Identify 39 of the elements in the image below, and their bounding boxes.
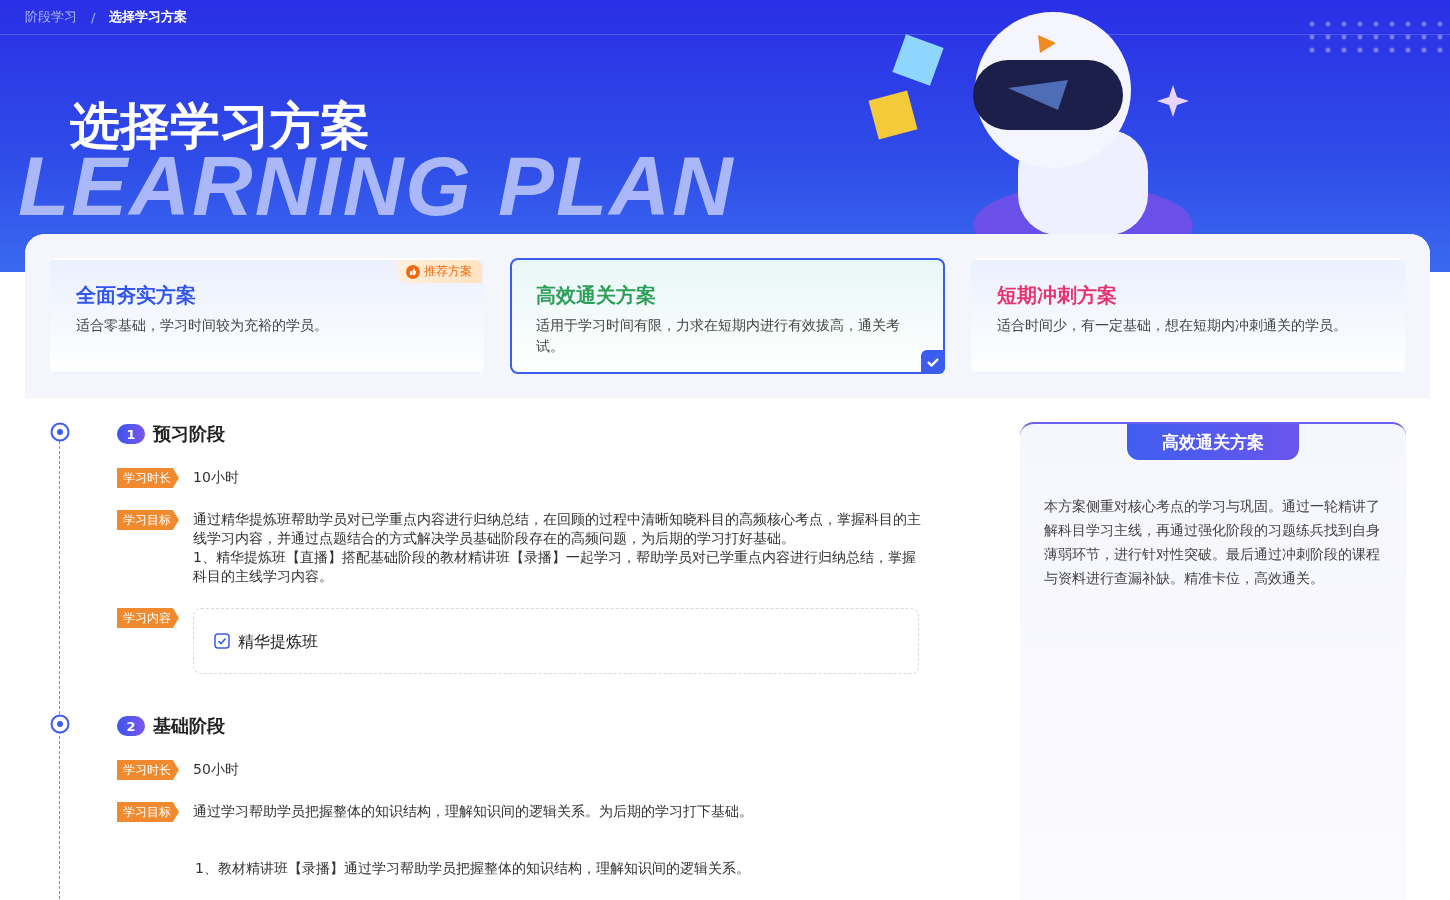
check-icon <box>920 350 945 374</box>
field-tag: 学习内容 <box>117 608 179 628</box>
breadcrumb-separator: / <box>91 9 96 25</box>
breadcrumb-link[interactable]: 阶段学习 <box>25 8 77 26</box>
dot-grid-icon <box>1308 20 1444 54</box>
field-text: 1、精华提炼班【直播】搭配基础阶段的教材精讲班【录播】一起学习，帮助学员对已学重点内容进行归纳总结，掌握科目的主线学习内容。 <box>193 548 917 586</box>
plan-description: 适合零基础，学习时间较为充裕的学员。 <box>76 316 329 335</box>
field-text: 通过学习帮助学员把握整体的知识结构，理解知识间的逻辑关系。为后期的学习打下基础。 <box>193 802 754 821</box>
field-text: 1、教材精讲班【录播】通过学习帮助学员把握整体的知识结构，理解知识间的逻辑关系。 <box>195 860 751 878</box>
stage-number: 2 <box>117 716 145 736</box>
thumbs-up-icon <box>406 264 421 279</box>
field-tag: 学习时长 <box>117 468 179 488</box>
stage-title: 预习阶段 <box>153 422 225 446</box>
summary-text: 本方案侧重对核心考点的学习与巩固。通过一轮精讲了解科目学习主线，再通过强化阶段的习题练兵找到自身薄弱环节，进行针对性突破。最后通过冲刺阶段的课程与资料进行查漏补缺。精准卡位，高效通关。 <box>1043 497 1381 588</box>
plan-description: 适用于学习时间有限，力求在短期内进行有效拔高，通关考试。 <box>536 316 902 356</box>
page-title: 选择学习方案 <box>70 100 370 152</box>
plan-title: 高效通关方案 <box>536 282 658 309</box>
breadcrumb-link[interactable]: 选择学习方案 <box>109 8 188 26</box>
stage-number: 1 <box>117 424 145 444</box>
badge-text: 推荐方案 <box>424 263 473 280</box>
background-slogan: LEARNING PLAN <box>18 154 735 218</box>
field-text: 通过精华提炼班帮助学员对已学重点内容进行归纳总结，在回顾的过程中清晰知晓科目的高频核心考点，掌握科目的主线学习内容，并通过点题结合的方式解决学员基础阶段存在的高频问题，为后期的学习打好基础。 <box>193 510 922 548</box>
field-tag: 学习目标 <box>117 510 179 530</box>
summary-title: 高效通关方案 <box>1127 424 1299 460</box>
plan-card[interactable]: 高效通关方案 适用于学习时间有限，力求在短期内进行有效拔高，通关考试。 <box>510 258 945 374</box>
checkbox[interactable] <box>214 633 230 649</box>
course-name: 精华提炼班 <box>238 631 318 651</box>
plan-card[interactable]: 推荐方案 全面夯实方案 适合零基础，学习时间较为充裕的学员。 <box>50 258 485 374</box>
field-text: 50小时 <box>193 760 240 779</box>
field-text: 10小时 <box>193 468 240 487</box>
field-tag: 学习时长 <box>117 760 179 780</box>
plan-title: 短期冲刺方案 <box>996 282 1118 309</box>
plan-title: 全面夯实方案 <box>76 282 197 309</box>
timeline-node-icon <box>50 422 70 442</box>
plan-description: 适合时间少，有一定基础，想在短期内冲刺通关的学员。 <box>996 316 1348 335</box>
plan-card[interactable]: 短期冲刺方案 适合时间少，有一定基础，想在短期内冲刺通关的学员。 <box>970 258 1405 374</box>
stage-title: 基础阶段 <box>153 714 225 738</box>
field-tag: 学习目标 <box>117 802 179 822</box>
timeline-node-icon <box>50 714 70 734</box>
